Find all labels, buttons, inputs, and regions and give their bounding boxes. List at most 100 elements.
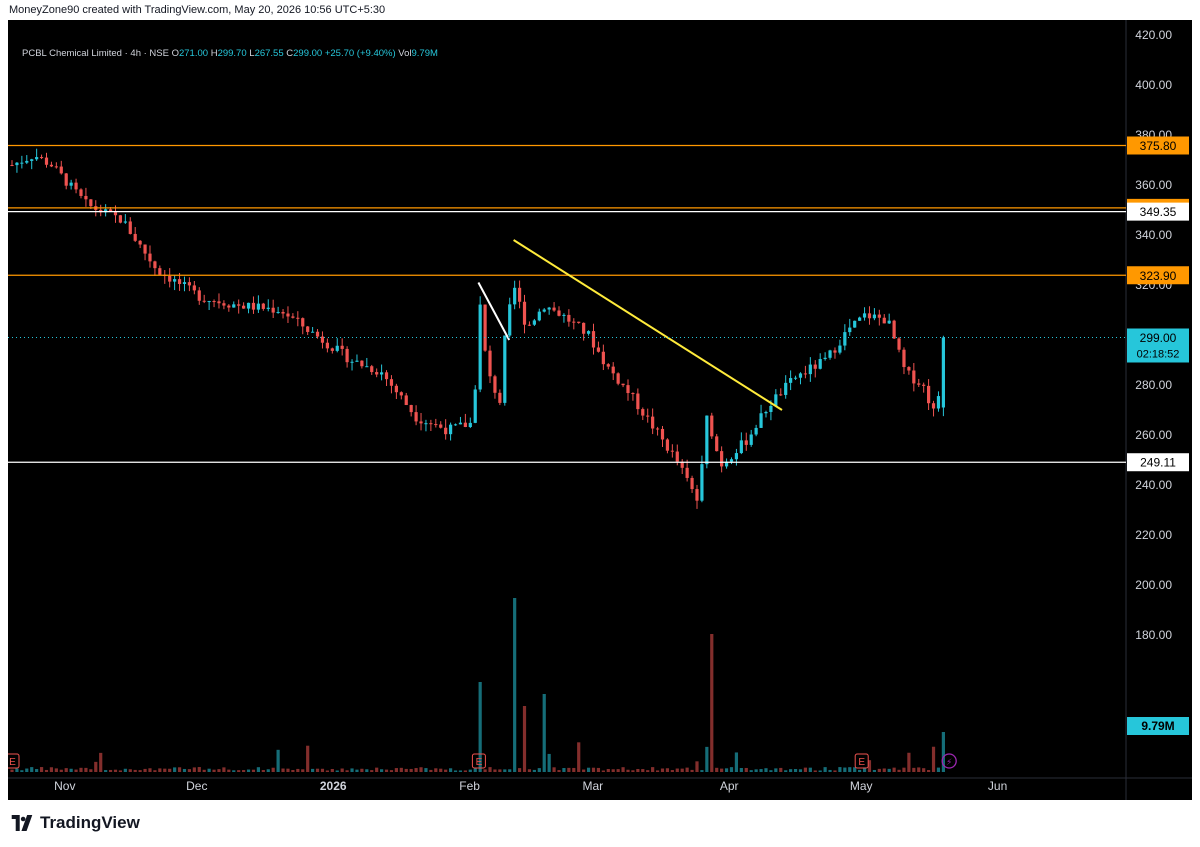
volume-bar <box>715 767 719 772</box>
tradingview-logo[interactable]: TradingView <box>10 813 140 833</box>
volume-bar <box>340 768 344 772</box>
volume-bar <box>818 770 822 772</box>
candle-body <box>848 327 852 333</box>
candle-body <box>10 165 14 166</box>
candle-body <box>44 157 49 165</box>
candle-body <box>448 424 453 435</box>
candle-body <box>527 324 532 326</box>
volume-bar <box>207 768 211 772</box>
candle-body <box>739 440 743 454</box>
volume-bar <box>25 768 29 772</box>
earnings-marker-label: E <box>858 757 865 768</box>
candle-body <box>882 317 886 324</box>
candle-body <box>700 464 704 501</box>
candle-body <box>143 244 147 254</box>
candle-body <box>631 393 635 395</box>
candle-body <box>261 303 265 309</box>
volume-bar <box>813 770 817 772</box>
candle-body <box>409 405 413 413</box>
volume-bar <box>769 770 773 772</box>
candle-body <box>271 307 275 313</box>
volume-bar <box>291 770 295 772</box>
volume-bar <box>670 770 674 772</box>
candle-body <box>537 311 541 321</box>
volume-bar <box>370 770 374 772</box>
volume-bar <box>833 770 837 772</box>
candle-body <box>646 415 650 417</box>
volume-bar <box>912 767 916 772</box>
volume-bar <box>419 767 423 772</box>
volume-bar <box>301 769 305 772</box>
volume-bar <box>261 770 265 772</box>
candle-body <box>803 373 808 375</box>
candle-body <box>404 395 408 406</box>
candle-body <box>862 313 867 318</box>
candle-body <box>242 305 246 309</box>
candle-body <box>789 378 793 383</box>
volume-bar <box>646 770 650 772</box>
volume-bar <box>616 769 620 772</box>
candle-body <box>675 451 679 462</box>
candle-body <box>715 436 719 452</box>
candle-body <box>754 427 758 435</box>
candle-body <box>907 367 911 371</box>
volume-bar <box>808 767 812 772</box>
current-price-label: 299.00 <box>1140 331 1177 345</box>
volume-bar <box>902 767 906 772</box>
candle-body <box>532 320 536 325</box>
volume-bar <box>335 770 339 772</box>
y-tick-label: 220.00 <box>1135 528 1172 542</box>
volume-bar <box>872 769 876 772</box>
volume-bar <box>838 767 842 772</box>
volume-bar <box>414 768 418 772</box>
volume-bar <box>641 769 645 772</box>
candle-body <box>872 314 876 319</box>
volume-bar <box>345 770 349 772</box>
volume-bar <box>651 767 655 772</box>
candle-body <box>867 313 872 319</box>
candle-body <box>508 304 512 336</box>
candle-body <box>720 451 724 467</box>
volume-bar <box>690 769 694 772</box>
chart-panel[interactable]: 420.00 400.00 380.00 360.00 340.00 320.00 280.… <box>8 20 1192 800</box>
volume-bar <box>498 769 502 772</box>
candle-body <box>567 314 571 322</box>
volume-bar <box>64 768 68 772</box>
candle-body <box>350 361 354 363</box>
candle-body <box>744 440 748 445</box>
price-chart[interactable]: 420.00400.00380.00360.00340.00320.00280.… <box>8 20 1192 800</box>
volume-bar <box>882 768 886 772</box>
volume-bar <box>158 768 162 772</box>
volume-bar <box>99 752 103 772</box>
y-tick-label: 260.00 <box>1135 428 1172 442</box>
candle-body <box>912 370 916 384</box>
legend-symbol: PCBL Chemical Limited · 4h · NSE <box>22 48 169 59</box>
volume-bar <box>434 768 438 772</box>
volume-bar <box>887 768 891 772</box>
volume-bar <box>705 746 709 772</box>
volume-bar <box>237 770 241 772</box>
candle-body <box>266 307 270 309</box>
volume-bar <box>572 767 576 772</box>
volume-bar <box>562 768 566 772</box>
volume-bar <box>286 768 290 772</box>
candle-body <box>616 373 620 384</box>
volume-bar <box>177 767 182 772</box>
candle-body <box>710 415 714 437</box>
candle-body <box>335 345 339 351</box>
candle-body <box>197 290 201 301</box>
volume-bar <box>448 768 453 772</box>
volume-bar <box>227 769 231 772</box>
volume-bar <box>547 753 551 772</box>
volume-bar <box>611 769 615 772</box>
candle-body <box>286 313 290 317</box>
tradingview-brand-text: TradingView <box>40 813 140 832</box>
volume-bar <box>892 767 896 772</box>
volume-bar <box>793 769 798 772</box>
candle-body <box>380 372 384 375</box>
candle-body <box>384 372 389 380</box>
candle-body <box>902 349 906 368</box>
volume-bar <box>128 769 132 772</box>
candle-body <box>636 393 640 410</box>
candle-body <box>784 382 788 395</box>
